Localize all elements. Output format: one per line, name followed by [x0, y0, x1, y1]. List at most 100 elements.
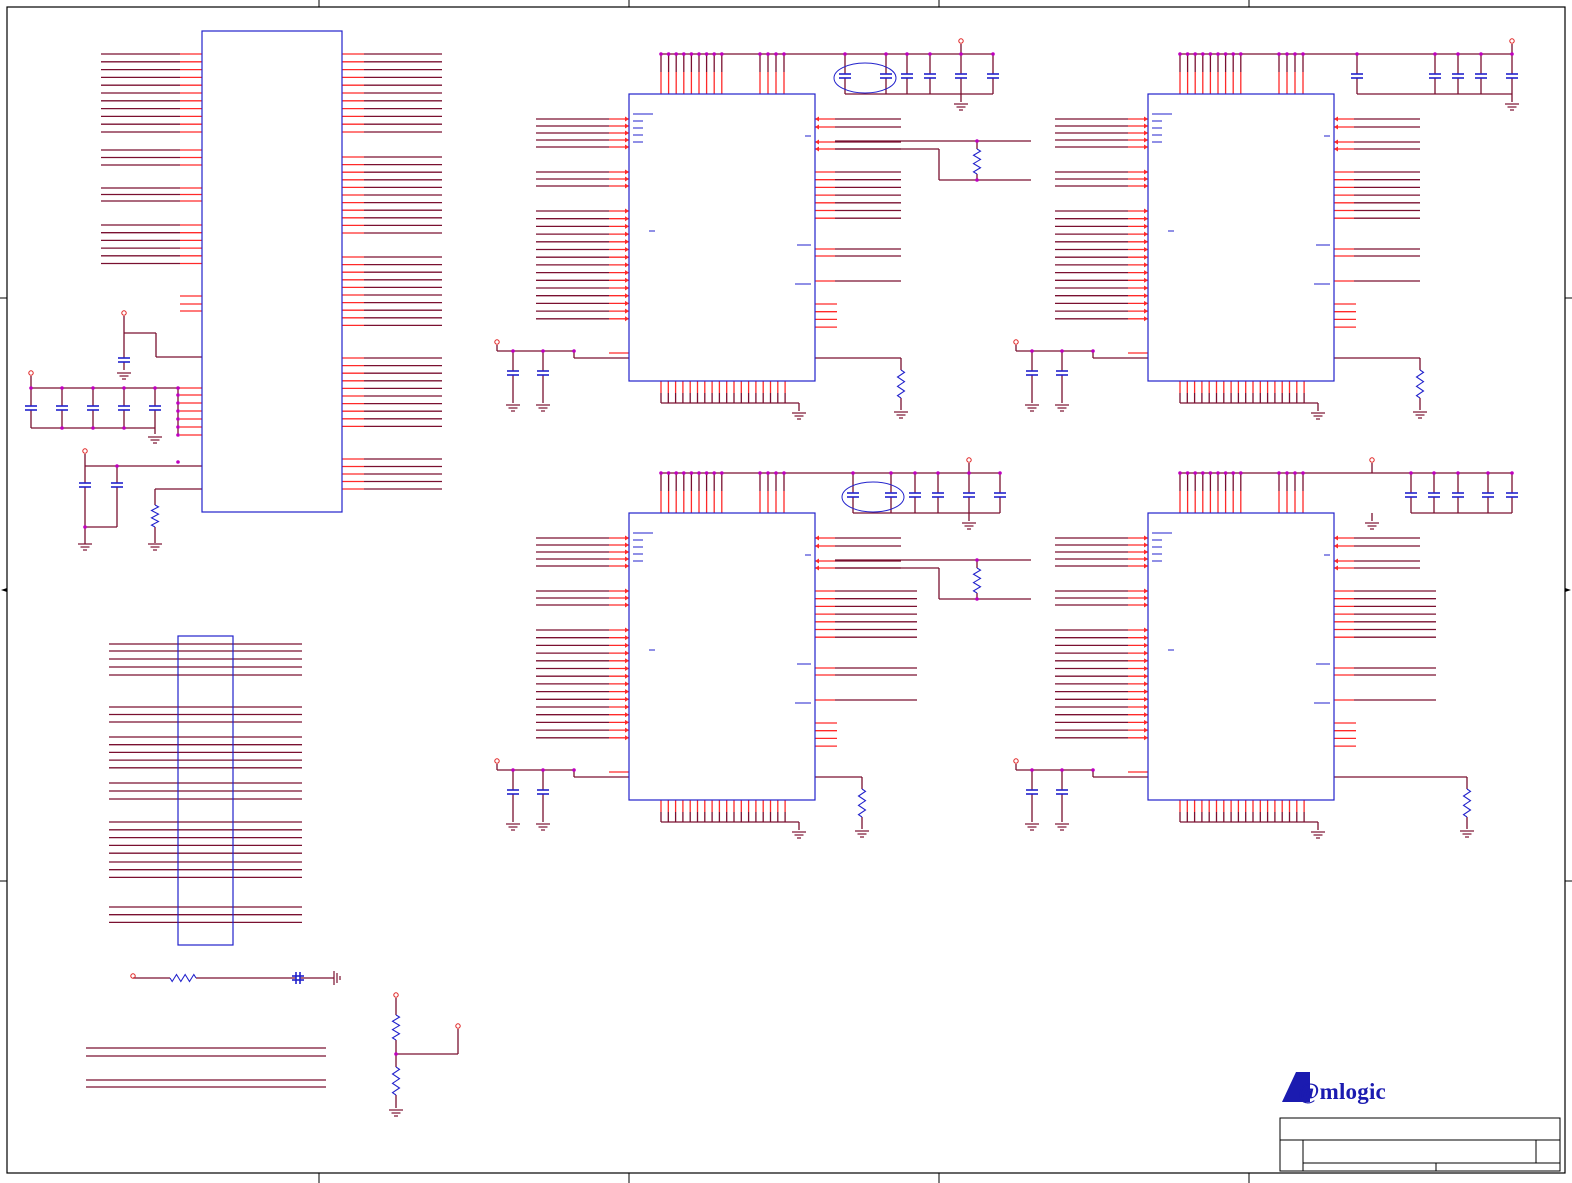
junction-dot [1223, 471, 1228, 475]
power-port [494, 339, 500, 345]
ground-symbol [1365, 522, 1379, 530]
junction-dot [176, 386, 180, 390]
memory-chip-body [628, 512, 816, 801]
junction-dot [1178, 52, 1182, 56]
junction-dot [1277, 52, 1281, 56]
junction-dot [782, 471, 786, 475]
capacitor [1429, 73, 1441, 79]
junction-dot [1091, 349, 1095, 353]
junction-dot [758, 52, 762, 56]
ground-symbol [1025, 823, 1039, 831]
capacitor [1056, 789, 1068, 795]
junction-dot [176, 417, 180, 421]
resistor [857, 788, 867, 818]
ground-symbol [536, 823, 550, 831]
junction-dot [83, 525, 87, 529]
ground-symbol [855, 830, 869, 838]
junction-dot [1185, 52, 1190, 56]
junction-dot [1201, 471, 1205, 475]
ground-symbol [894, 411, 908, 419]
junction-dot [936, 471, 940, 475]
junction-dot [884, 52, 888, 56]
junction-dot [1355, 52, 1359, 56]
junction-dot [1030, 768, 1034, 772]
junction-dot [905, 52, 909, 56]
power-port [494, 758, 500, 764]
connector-main-body [201, 30, 343, 513]
junction-dot [851, 471, 855, 475]
ground-symbol [1460, 830, 1474, 838]
capacitor [987, 73, 999, 79]
capacitor [111, 482, 123, 488]
junction-dot [674, 52, 678, 56]
capacitor [1506, 73, 1518, 79]
junction-dot [1409, 471, 1413, 475]
junction-dot [782, 52, 786, 56]
junction-dot [1201, 52, 1205, 56]
junction-dot [1433, 52, 1437, 56]
resistor [972, 148, 982, 175]
junction-dot [1285, 471, 1289, 475]
junction-dot [176, 425, 180, 429]
ground-symbol [389, 1109, 403, 1117]
junction-dot [766, 52, 770, 56]
capacitor [1026, 789, 1038, 795]
ground-symbol [1311, 412, 1325, 420]
capacitor [1405, 492, 1417, 498]
components [25, 30, 1519, 1117]
junction-dot [967, 471, 971, 475]
ground-symbol [1055, 823, 1069, 831]
capacitor [955, 73, 967, 79]
junction-dot [1178, 471, 1182, 475]
capacitor [1056, 370, 1068, 376]
ground-symbol [117, 372, 131, 380]
power-port [82, 448, 88, 454]
resistor [896, 369, 906, 399]
junction-dot [1091, 768, 1095, 772]
junction-dot [1456, 471, 1460, 475]
junction-dot [1479, 52, 1483, 56]
junction-dot [1223, 52, 1228, 56]
junction-dot [541, 349, 545, 353]
capacitor [149, 405, 161, 411]
junction-dot [541, 768, 545, 772]
resistor [1462, 788, 1472, 818]
junction-dot [697, 52, 701, 56]
junction-dot [720, 471, 724, 475]
drawing-border [6, 6, 1566, 1174]
junction-dot [1208, 52, 1213, 56]
capacitor [994, 492, 1006, 498]
junction-dot [666, 52, 671, 56]
junction-dot [1277, 471, 1281, 475]
capacitor [118, 405, 130, 411]
junction-dot [1301, 471, 1305, 475]
capacitor [909, 492, 921, 498]
power-port [1369, 457, 1375, 463]
junction-dot [975, 178, 979, 182]
capacitor [1351, 73, 1363, 79]
junction-dot [1216, 52, 1220, 56]
junction-dot [1193, 52, 1197, 56]
ground-symbol [1505, 103, 1519, 111]
junction-dot [889, 471, 893, 475]
junction-dot [91, 386, 95, 390]
junction-dot [913, 471, 917, 475]
junction-dot [1285, 52, 1289, 56]
junction-dot [176, 401, 180, 405]
power-port [455, 1023, 461, 1029]
memory-chip-body [1147, 93, 1335, 382]
capacitor [1428, 492, 1440, 498]
capacitor [537, 370, 549, 376]
junction-dot [1486, 471, 1490, 475]
junction-dot [60, 426, 64, 430]
junction-dot [712, 471, 716, 475]
power-port [1013, 339, 1019, 345]
capacitor [847, 492, 859, 498]
ground-symbol [1413, 411, 1427, 419]
power-port [28, 370, 34, 376]
ground-symbol [506, 823, 520, 831]
ground-symbol [954, 103, 968, 111]
ground-symbol [506, 404, 520, 412]
junction-dot [774, 471, 778, 475]
capacitor [1475, 73, 1487, 79]
